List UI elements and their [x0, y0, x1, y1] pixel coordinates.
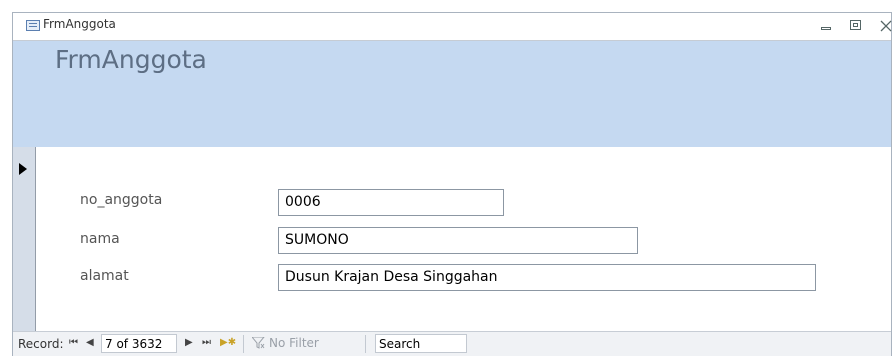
filter-icon — [252, 337, 265, 349]
record-selector[interactable] — [13, 147, 36, 331]
form-header: FrmAnggota — [13, 41, 891, 147]
alamat-field[interactable]: Dusun Krajan Desa Singgahan — [278, 264, 816, 291]
window-title: FrmAnggota — [43, 17, 116, 31]
close-icon — [880, 20, 892, 32]
minimize-button[interactable] — [816, 16, 836, 36]
nav-divider — [365, 335, 366, 353]
nav-divider — [243, 335, 244, 353]
title-bar: FrmAnggota — [13, 13, 893, 41]
no-anggota-label: no_anggota — [80, 192, 163, 208]
first-record-button[interactable]: ⏮ — [69, 337, 78, 348]
previous-record-button[interactable]: ◀ — [86, 337, 94, 348]
form-header-title: FrmAnggota — [55, 45, 207, 74]
form-window: FrmAnggota FrmAnggota no_anggota 0006 na… — [12, 12, 892, 356]
new-record-button[interactable]: ▶✱ — [220, 337, 236, 348]
no-anggota-field[interactable]: 0006 — [278, 189, 504, 216]
close-button[interactable] — [876, 16, 893, 36]
last-record-button[interactable]: ⏭ — [202, 337, 211, 348]
next-record-button[interactable]: ▶ — [185, 337, 193, 348]
current-record-box[interactable]: 7 of 3632 — [101, 334, 177, 353]
minimize-icon — [821, 27, 831, 30]
form-icon — [26, 20, 40, 31]
current-record-icon — [19, 163, 27, 175]
search-box[interactable]: Search — [375, 334, 467, 353]
record-label: Record: — [18, 337, 64, 351]
form-detail: no_anggota 0006 nama SUMONO alamat Dusun… — [36, 147, 891, 331]
record-navigation-bar: Record: ⏮ ◀ 7 of 3632 ▶ ⏭ ▶✱ No Filter S… — [13, 331, 891, 356]
nama-field[interactable]: SUMONO — [278, 227, 638, 254]
nama-label: nama — [80, 231, 120, 247]
maximize-icon — [850, 20, 861, 30]
no-filter-button[interactable]: No Filter — [269, 336, 319, 350]
maximize-button[interactable] — [846, 16, 866, 36]
alamat-label: alamat — [80, 268, 129, 284]
